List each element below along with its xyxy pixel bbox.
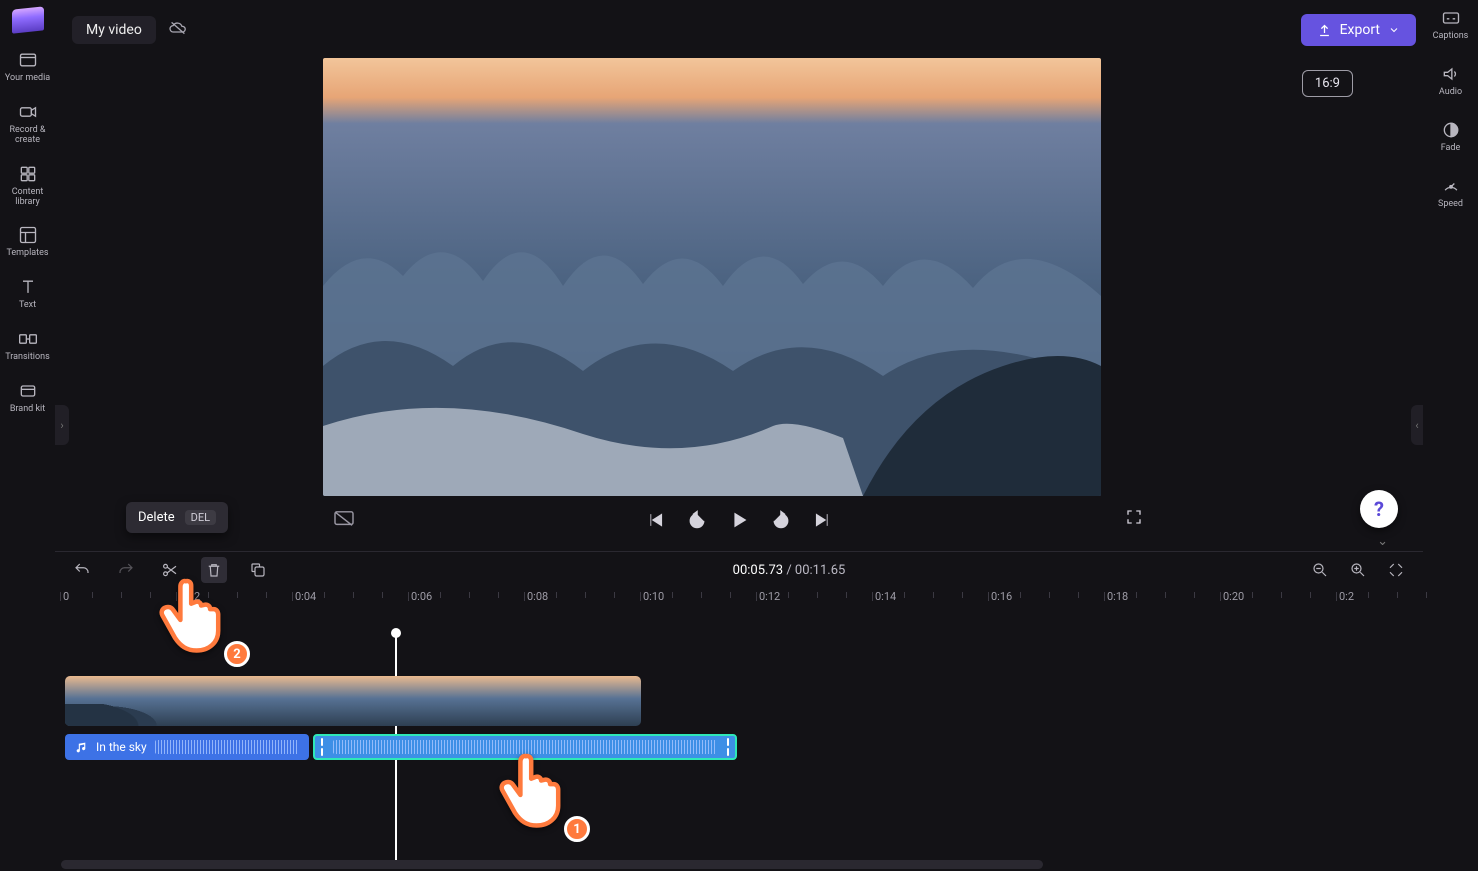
delete-button[interactable] bbox=[201, 557, 227, 583]
current-time: 00:05.73 bbox=[733, 563, 783, 578]
app-logo-icon bbox=[12, 6, 44, 33]
total-time: 00:11.65 bbox=[795, 563, 845, 578]
ruler-tick: 0:16 bbox=[991, 590, 1012, 603]
export-label: Export bbox=[1340, 22, 1380, 38]
project-title-input[interactable]: My video bbox=[72, 16, 156, 44]
nav-speed[interactable]: Speed bbox=[1426, 176, 1476, 210]
redo-button[interactable] bbox=[113, 557, 139, 583]
nav-your-media[interactable]: Your media bbox=[3, 50, 53, 84]
left-nav-rail: Your media Record & create Content libra… bbox=[0, 0, 55, 551]
nav-label: Fade bbox=[1441, 144, 1461, 154]
nav-label: Record & create bbox=[3, 126, 53, 146]
timeline-zoom-controls bbox=[1307, 557, 1409, 583]
audio-clip-1[interactable]: In the sky bbox=[65, 734, 309, 760]
nav-audio[interactable]: Audio bbox=[1426, 64, 1476, 98]
nav-label: Speed bbox=[1438, 200, 1463, 210]
timeline-toolbar: 00:05.73 / 00:11.65 bbox=[55, 552, 1423, 588]
timeline-zone: 00:05.73 / 00:11.65 0 0:02 0:04 0:06 0:08 0:1… bbox=[55, 551, 1423, 871]
nav-label: Audio bbox=[1439, 88, 1462, 98]
help-button[interactable]: ? bbox=[1360, 490, 1398, 528]
top-bar: My video Export bbox=[72, 12, 1416, 48]
tooltip-shortcut: DEL bbox=[185, 510, 216, 525]
zoom-in-button[interactable] bbox=[1345, 557, 1371, 583]
ruler-tick: 0:04 bbox=[295, 590, 316, 603]
seek-forward-icon[interactable] bbox=[771, 510, 791, 530]
timeline-timecode: 00:05.73 / 00:11.65 bbox=[733, 563, 846, 578]
nav-record-create[interactable]: Record & create bbox=[3, 102, 53, 146]
aspect-ratio-button[interactable]: 16:9 bbox=[1302, 70, 1353, 97]
nav-text[interactable]: Text bbox=[3, 277, 53, 311]
timeline-lanes[interactable]: In the sky bbox=[61, 634, 1417, 863]
collapse-panel-icon[interactable]: ⌄ bbox=[1377, 534, 1388, 549]
nav-label: Transitions bbox=[5, 353, 50, 363]
preview-area: 16:9 bbox=[55, 58, 1423, 538]
audio-clip-2-selected[interactable] bbox=[313, 734, 737, 760]
nav-label: Content library bbox=[3, 188, 53, 208]
nav-transitions[interactable]: Transitions bbox=[3, 329, 53, 363]
ruler-tick: 0:18 bbox=[1107, 590, 1128, 603]
video-preview-canvas[interactable] bbox=[323, 58, 1101, 496]
nav-label: Text bbox=[19, 301, 36, 311]
ruler-tick: 0:2 bbox=[1339, 590, 1354, 603]
delete-tooltip: Delete DEL bbox=[126, 502, 228, 533]
timeline-ruler[interactable]: 0 0:02 0:04 0:06 0:08 0:10 0:12 0:14 0:16 0:18 0:2… bbox=[55, 590, 1423, 614]
ruler-tick: 0:08 bbox=[527, 590, 548, 603]
ruler-tick: 0:12 bbox=[759, 590, 780, 603]
ruler-tick: 0:10 bbox=[643, 590, 664, 603]
waveform-icon bbox=[155, 740, 299, 754]
nav-captions[interactable]: Captions bbox=[1426, 8, 1476, 42]
nav-fade[interactable]: Fade bbox=[1426, 120, 1476, 154]
split-button[interactable] bbox=[157, 557, 183, 583]
waveform-icon bbox=[333, 740, 717, 754]
right-nav-rail: Captions Audio Fade Speed bbox=[1423, 0, 1478, 551]
nav-templates[interactable]: Templates bbox=[3, 225, 53, 259]
skip-end-icon[interactable] bbox=[813, 510, 833, 530]
nav-content-library[interactable]: Content library bbox=[3, 164, 53, 208]
clip-trim-handle-left[interactable] bbox=[319, 738, 325, 756]
seek-back-icon[interactable] bbox=[687, 510, 707, 530]
play-icon[interactable] bbox=[729, 510, 749, 530]
tooltip-label: Delete bbox=[138, 510, 175, 525]
video-clip[interactable] bbox=[65, 676, 641, 726]
skip-start-icon[interactable] bbox=[645, 510, 665, 530]
music-note-icon bbox=[75, 741, 88, 754]
fullscreen-icon[interactable] bbox=[1125, 508, 1143, 530]
undo-button[interactable] bbox=[69, 557, 95, 583]
ruler-tick: 0:06 bbox=[411, 590, 432, 603]
ruler-tick: 0:20 bbox=[1223, 590, 1244, 603]
zoom-out-button[interactable] bbox=[1307, 557, 1333, 583]
export-button[interactable]: Export bbox=[1301, 14, 1416, 46]
nav-label: Templates bbox=[6, 249, 48, 259]
nav-brand-kit[interactable]: Brand kit bbox=[3, 381, 53, 415]
cloud-sync-off-icon[interactable] bbox=[168, 20, 188, 40]
duplicate-button[interactable] bbox=[245, 557, 271, 583]
ruler-tick: 0:14 bbox=[875, 590, 896, 603]
player-controls bbox=[333, 502, 1145, 538]
audio-clip-label: In the sky bbox=[96, 740, 147, 754]
ruler-tick: 0 bbox=[63, 590, 69, 603]
zoom-fit-button[interactable] bbox=[1383, 557, 1409, 583]
ruler-tick: 0:02 bbox=[179, 590, 200, 603]
nav-label: Brand kit bbox=[10, 405, 45, 415]
nav-label: Captions bbox=[1433, 32, 1469, 42]
nav-label: Your media bbox=[5, 74, 50, 84]
timeline-horizontal-scrollbar[interactable] bbox=[61, 860, 1043, 869]
clip-trim-handle-right[interactable] bbox=[725, 738, 731, 756]
